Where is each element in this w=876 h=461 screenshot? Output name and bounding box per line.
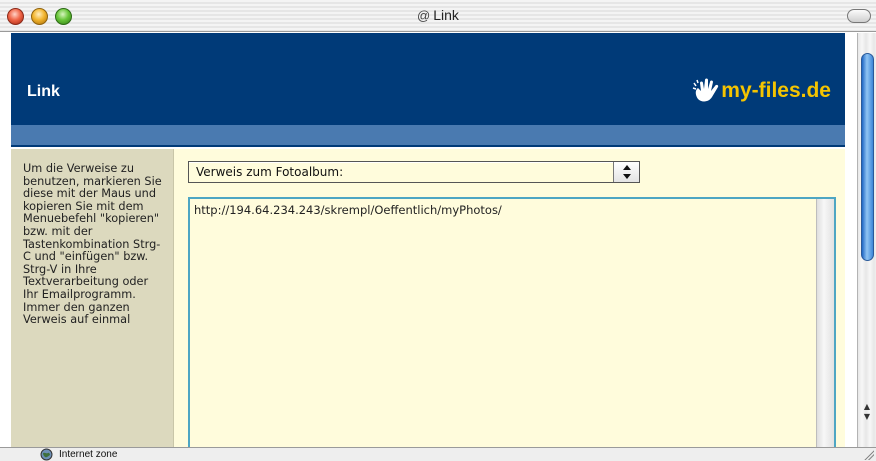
scroll-up-arrow-icon[interactable]: ▲ xyxy=(858,402,876,412)
content-row: Um die Verweise zu benutzen, markieren S… xyxy=(11,149,845,449)
header-stripe xyxy=(11,125,845,147)
waving-hand-icon xyxy=(693,78,719,102)
help-text: Um die Verweise zu benutzen, markieren S… xyxy=(23,162,162,327)
scroll-arrows: ▲ ▼ xyxy=(858,402,876,428)
link-textarea[interactable]: http://194.64.234.243/skrempl/Oeffentlic… xyxy=(188,197,836,449)
scrollbar-thumb[interactable] xyxy=(861,53,874,261)
globe-icon xyxy=(40,448,53,461)
at-sign-icon: @ xyxy=(417,8,431,23)
resize-grip-icon[interactable] xyxy=(863,449,874,460)
link-url-text[interactable]: http://194.64.234.243/skrempl/Oeffentlic… xyxy=(194,203,502,217)
page-title: Link xyxy=(27,83,60,100)
link-panel: Verweis zum Fotoalbum: http://194.64.234… xyxy=(173,149,845,449)
header-banner: Link my-files.de xyxy=(11,33,845,125)
page-content: Link my-files.de Um die Verweise zu benu… xyxy=(0,33,856,449)
window-title-text: Link xyxy=(433,7,459,23)
window-title: @ Link xyxy=(0,7,876,23)
window-titlebar[interactable]: @ Link xyxy=(0,0,876,32)
status-bar: Internet zone xyxy=(0,447,876,461)
link-type-select[interactable]: Verweis zum Fotoalbum: xyxy=(188,161,640,183)
window-scrollbar[interactable]: ▲ ▼ xyxy=(857,33,876,447)
site-logo[interactable]: my-files.de xyxy=(692,77,831,105)
toolbar-toggle-button[interactable] xyxy=(847,9,871,23)
link-type-select-value: Verweis zum Fotoalbum: xyxy=(196,165,344,179)
scroll-down-arrow-icon[interactable]: ▼ xyxy=(858,412,876,422)
help-sidebar: Um die Verweise zu benutzen, markieren S… xyxy=(11,149,173,447)
textarea-scrollbar[interactable] xyxy=(816,199,834,449)
updown-arrows-icon[interactable] xyxy=(613,162,639,182)
logo-text: my-files.de xyxy=(721,79,831,102)
status-zone-text: Internet zone xyxy=(59,449,118,460)
